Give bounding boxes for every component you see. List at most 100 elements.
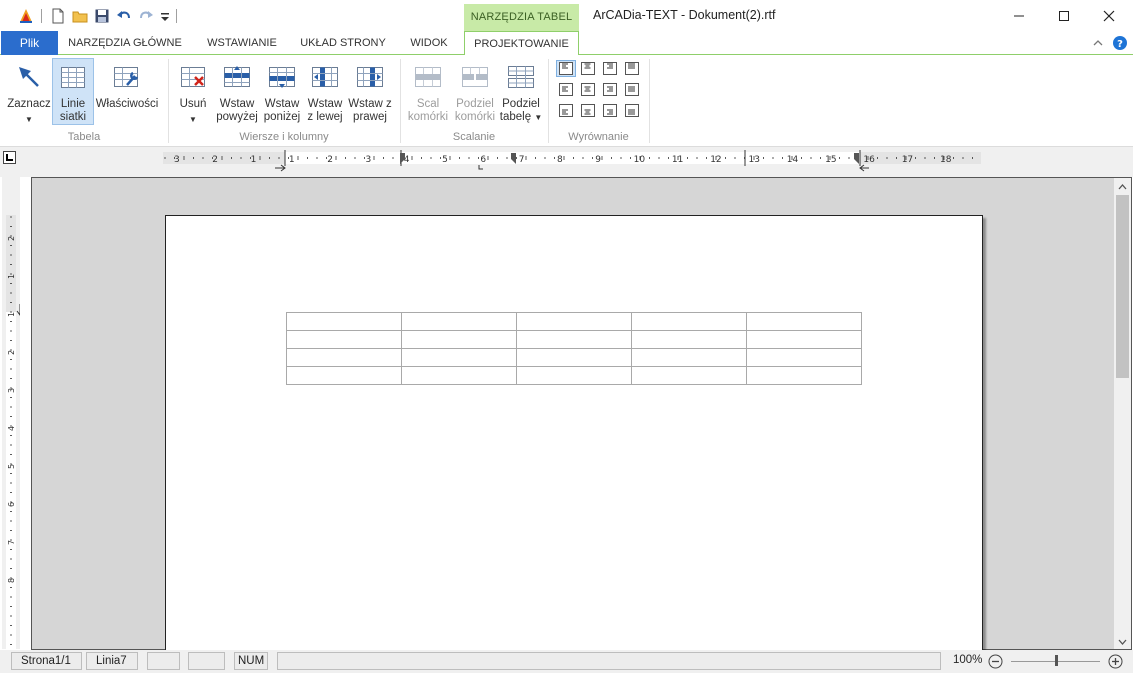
insert-right-label-1: Wstaw z	[348, 98, 392, 110]
insert-above-label-1: Wstaw	[219, 98, 255, 110]
table-cell[interactable]	[746, 312, 862, 331]
redo-icon[interactable]	[138, 8, 154, 24]
ruler-number: 18	[940, 155, 952, 165]
align-middle-center-icon[interactable]	[578, 81, 598, 98]
zoom-out-icon[interactable]	[988, 654, 1003, 669]
gridlines-button[interactable]: Linie siatki	[52, 58, 94, 125]
vertical-ruler[interactable]: 2 1 1 2 3 4 5 6 7 8	[2, 177, 20, 649]
split-table-button[interactable]: Podziel tabelę ▼	[498, 61, 544, 124]
minimize-icon[interactable]	[996, 0, 1042, 31]
insert-column-left-icon	[309, 61, 341, 93]
group-label-alignment: Wyrównanie	[568, 131, 629, 143]
properties-button[interactable]: Właściwości	[95, 61, 159, 111]
ruler-number: 11	[672, 155, 683, 165]
table-cell[interactable]	[401, 348, 517, 367]
ribbon-tab-bar: Plik NARZĘDZIA GŁÓWNE WSTAWIANIE UKŁAD S…	[0, 31, 1133, 56]
scroll-down-icon[interactable]	[1117, 636, 1128, 646]
align-top-center-icon[interactable]	[578, 60, 598, 77]
insert-right-button[interactable]: Wstaw z prawej	[347, 61, 393, 124]
insert-below-button[interactable]: Wstaw poniżej	[261, 61, 303, 124]
tab-file[interactable]: Plik	[1, 31, 58, 55]
zoom-slider-thumb[interactable]	[1054, 655, 1058, 666]
table-cell[interactable]	[516, 330, 632, 349]
tab-insert[interactable]: WSTAWIANIE	[196, 31, 288, 55]
table-cell[interactable]	[286, 348, 402, 367]
document-table[interactable]	[286, 312, 862, 385]
table-cell[interactable]	[516, 312, 632, 331]
help-icon[interactable]: ?	[1113, 36, 1127, 50]
split-table-icon	[505, 61, 537, 93]
properties-label: Właściwości	[95, 98, 159, 110]
close-icon[interactable]	[1086, 0, 1132, 31]
insert-row-below-icon	[266, 61, 298, 93]
undo-icon[interactable]	[116, 8, 132, 24]
table-cell[interactable]	[631, 366, 747, 385]
tab-view[interactable]: WIDOK	[400, 31, 458, 55]
table-cell[interactable]	[631, 348, 747, 367]
customize-qat-icon[interactable]	[157, 8, 173, 24]
table-cell[interactable]	[516, 366, 632, 385]
new-document-icon[interactable]	[50, 8, 66, 24]
collapse-ribbon-icon[interactable]	[1092, 37, 1104, 49]
ruler-number: 3	[7, 388, 16, 393]
table-cell[interactable]	[286, 366, 402, 385]
align-top-justify-icon[interactable]	[622, 60, 642, 77]
table-cell[interactable]	[401, 312, 517, 331]
ruler-number: 5	[7, 464, 16, 469]
align-middle-justify-icon[interactable]	[622, 81, 642, 98]
zoom-in-icon[interactable]	[1108, 654, 1123, 669]
insert-above-label-2: powyżej	[216, 111, 258, 123]
scroll-up-icon[interactable]	[1117, 181, 1128, 191]
table-cell[interactable]	[516, 348, 632, 367]
table-cell[interactable]	[631, 330, 747, 349]
insert-left-button[interactable]: Wstaw z lewej	[304, 61, 346, 124]
table-row	[286, 348, 862, 367]
merge-cells-label-1: Scal	[416, 98, 440, 110]
select-button[interactable]: Zaznacz ▼	[6, 61, 52, 126]
vertical-scrollbar[interactable]	[1114, 178, 1131, 649]
tab-page-layout[interactable]: UKŁAD STRONY	[292, 31, 394, 55]
status-cell-empty-1	[147, 652, 180, 670]
table-cell[interactable]	[286, 312, 402, 331]
maximize-icon[interactable]	[1041, 0, 1087, 31]
align-top-right-icon[interactable]	[600, 60, 620, 77]
split-cells-button[interactable]: Podziel komórki	[452, 61, 498, 124]
tab-design[interactable]: PROJEKTOWANIE	[464, 31, 579, 56]
group-label-merge: Scalanie	[452, 131, 496, 143]
ruler-number: 1	[7, 274, 16, 279]
ruler-number: 15	[825, 155, 836, 165]
open-folder-icon[interactable]	[72, 8, 88, 24]
insert-above-button[interactable]: Wstaw powyżej	[214, 61, 260, 124]
table-cell[interactable]	[746, 366, 862, 385]
ruler-number: 2	[327, 155, 333, 165]
align-middle-left-icon[interactable]	[556, 81, 576, 98]
align-bottom-center-icon[interactable]	[578, 102, 598, 119]
ruler-number: 5	[442, 155, 448, 165]
scrollbar-thumb[interactable]	[1116, 195, 1129, 378]
ruler-number: 14	[787, 155, 799, 165]
align-middle-right-icon[interactable]	[600, 81, 620, 98]
align-bottom-justify-icon[interactable]	[622, 102, 642, 119]
table-cell[interactable]	[631, 312, 747, 331]
delete-button[interactable]: Usuń ▼	[174, 61, 212, 126]
insert-right-label-2: prawej	[353, 111, 387, 123]
tab-stop-selector-icon[interactable]	[3, 151, 16, 164]
horizontal-ruler[interactable]: 3 2 1 1 2 3 4 5 6 7 8 9 10 11 12 13 14 15 16 17 18	[163, 150, 981, 174]
merge-cells-button[interactable]: Scal komórki	[406, 61, 450, 124]
save-icon[interactable]	[94, 8, 110, 24]
app-logo-icon[interactable]	[18, 8, 34, 24]
table-cell[interactable]	[286, 330, 402, 349]
table-cell[interactable]	[746, 348, 862, 367]
split-cells-label-2: komórki	[454, 111, 496, 123]
align-bottom-right-icon[interactable]	[600, 102, 620, 119]
align-top-left-icon[interactable]	[556, 60, 576, 77]
cursor-arrow-icon	[13, 61, 45, 93]
status-cell-empty-2	[188, 652, 225, 670]
horizontal-ruler-area: 3 2 1 1 2 3 4 5 6 7 8 9 10 11 12 13 14 15 16 17 18	[0, 147, 1133, 177]
table-cell[interactable]	[401, 366, 517, 385]
align-bottom-left-icon[interactable]	[556, 102, 576, 119]
table-cell[interactable]	[746, 330, 862, 349]
document-page[interactable]	[165, 215, 983, 655]
tab-home[interactable]: NARZĘDZIA GŁÓWNE	[60, 31, 190, 55]
table-cell[interactable]	[401, 330, 517, 349]
